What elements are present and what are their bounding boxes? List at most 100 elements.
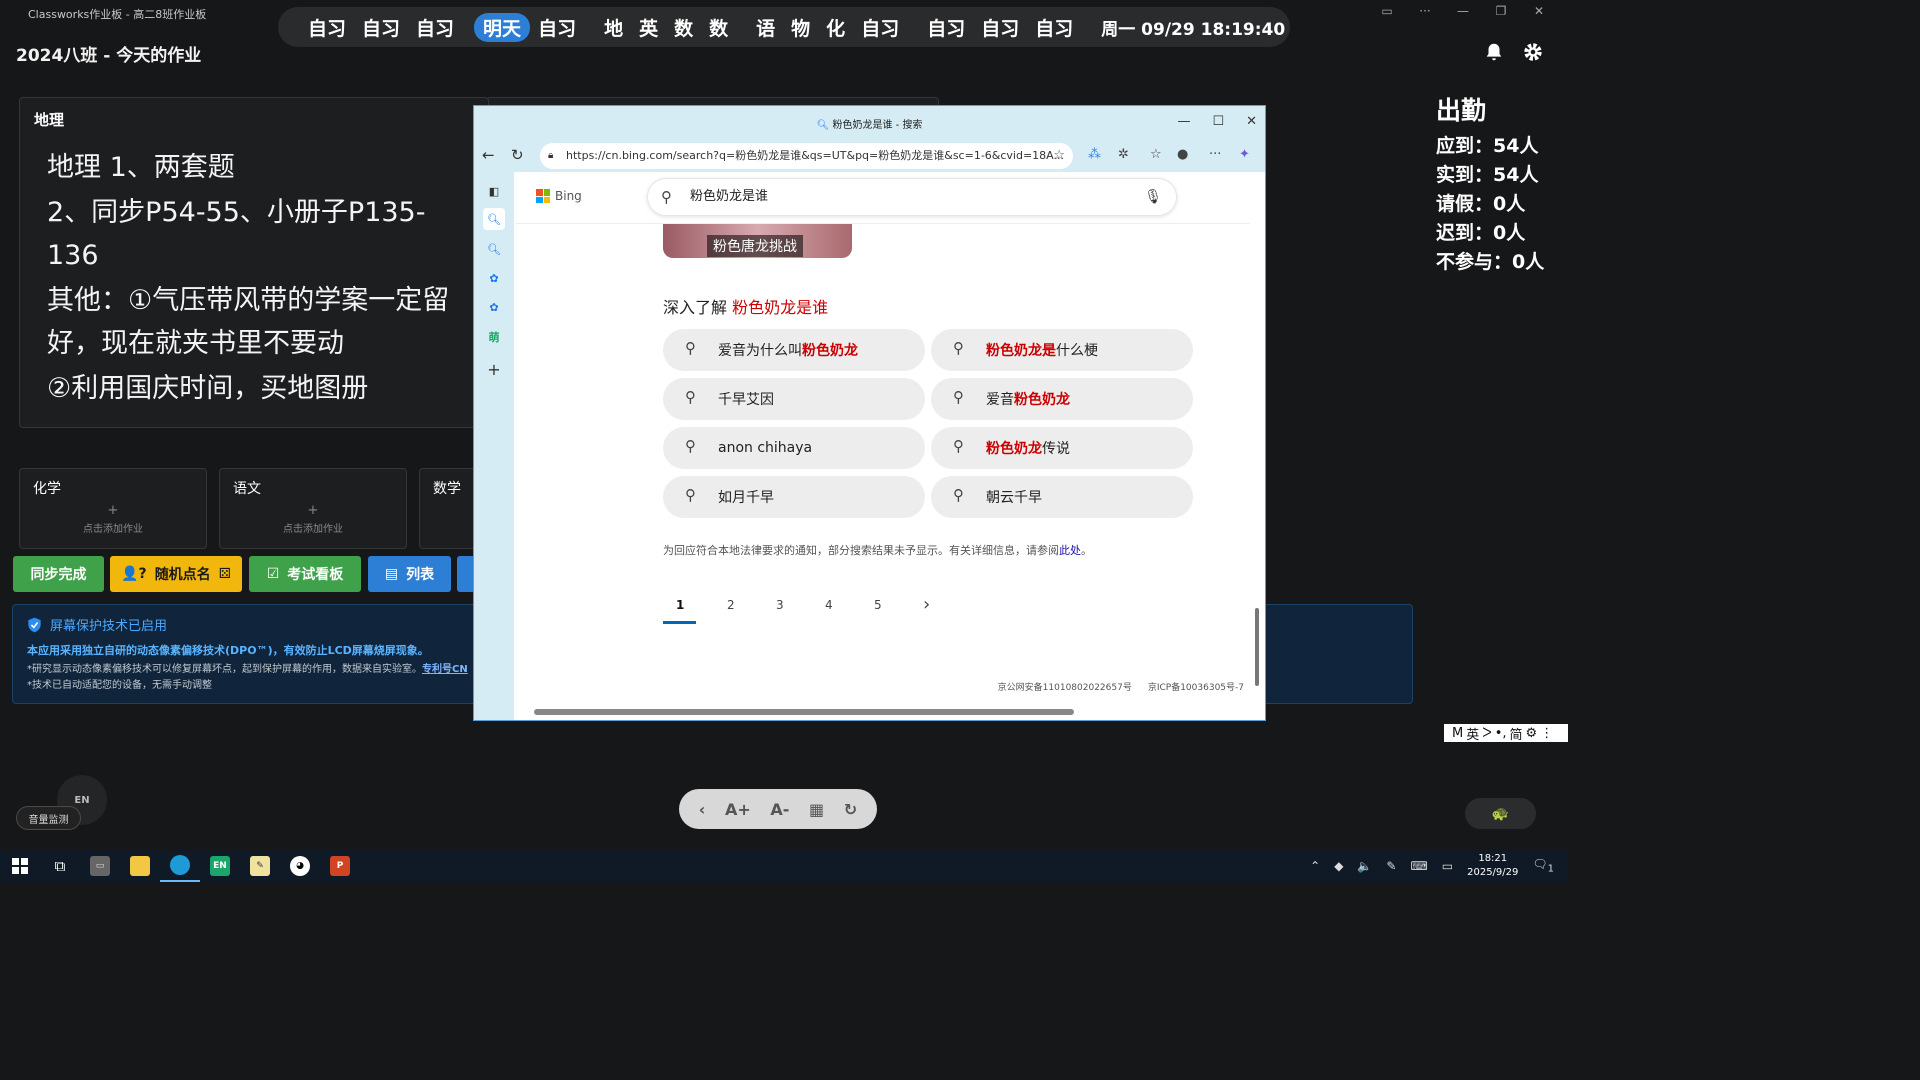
search-tab-icon[interactable]: 🔍︎ — [483, 208, 505, 230]
sync-complete-button[interactable]: 同步完成 — [13, 556, 104, 592]
search-icon: ⚲ — [685, 339, 696, 357]
video-thumbnail[interactable]: 粉色唐龙挑战 — [663, 224, 852, 258]
file-explorer-icon[interactable] — [120, 850, 160, 882]
add-tab-icon[interactable]: + — [483, 358, 505, 380]
page-link[interactable]: 3 — [761, 592, 810, 624]
related-search-pill[interactable]: ⚲ 朝云千早 — [931, 476, 1193, 518]
back-arrow-icon[interactable]: ← — [482, 146, 495, 164]
browser-maximize-button[interactable]: ☐ — [1212, 114, 1224, 129]
ime-item[interactable]: ⋮ — [1540, 726, 1553, 741]
back-icon[interactable]: ‹ — [699, 800, 706, 819]
keyboard-icon[interactable]: ⌨ — [1410, 859, 1427, 873]
ime-item[interactable]: •, — [1495, 726, 1507, 741]
search-icon: 🔍︎ — [816, 120, 833, 131]
app-icon-keyboard[interactable]: ▭ — [80, 850, 120, 882]
chevron-up-icon[interactable]: ⌃ — [1310, 859, 1320, 873]
baidu-icon[interactable]: ✿ — [483, 267, 505, 289]
homework-card-math[interactable]: 数学 — [419, 468, 479, 549]
related-search-pill[interactable]: ⚲ 爱音 粉色奶龙 — [931, 378, 1193, 420]
search-tab-icon[interactable]: 🔍︎ — [483, 238, 505, 260]
related-search-pill[interactable]: ⚲ 粉色奶龙 传说 — [931, 427, 1193, 469]
microphone-icon[interactable]: 🎙︎ — [1144, 179, 1162, 215]
vertical-scrollbar[interactable] — [1253, 180, 1261, 700]
random-call-button[interactable]: 👤? 随机点名 ⚄ — [110, 556, 242, 592]
ime-item[interactable]: ᐳ — [1482, 726, 1491, 741]
tab-actions-icon[interactable]: ◧ — [483, 180, 505, 202]
font-decrease-icon[interactable]: A- — [770, 800, 789, 819]
edge-icon[interactable] — [160, 850, 200, 882]
start-icon[interactable] — [0, 850, 40, 882]
qq-icon[interactable]: ◕ — [280, 850, 320, 882]
scroll-thumb[interactable] — [534, 709, 1074, 715]
browser-close-button[interactable]: ✕ — [1246, 114, 1257, 129]
list-button[interactable]: ▤ 列表 — [368, 556, 451, 592]
exam-board-button[interactable]: ☑ 考试看板 — [249, 556, 361, 592]
ime-item[interactable]: ⚙ — [1526, 726, 1538, 741]
ime-item[interactable]: 简 — [1510, 724, 1523, 743]
more-icon[interactable]: ··· — [1416, 4, 1434, 18]
profile-avatar[interactable]: ● — [1177, 147, 1188, 162]
copilot-icon[interactable]: ✦ — [1239, 147, 1250, 162]
app-icon-notes[interactable]: ✎ — [240, 850, 280, 882]
browser-window[interactable]: 🔍︎ 粉色奶龙是谁 - 搜索 — ☐ ✕ ← ↻ 🔒︎ https://cn.b… — [473, 105, 1266, 721]
task-view-icon[interactable]: ⧉ — [40, 850, 80, 882]
related-search-pill[interactable]: ⚲ anon chihaya — [663, 427, 925, 469]
gear-icon[interactable] — [1522, 41, 1544, 63]
display-icon[interactable]: ▭ — [1442, 859, 1453, 873]
page-link[interactable]: 5 — [859, 592, 908, 624]
bing-logo[interactable]: Bing — [536, 189, 582, 203]
volume-monitor-button[interactable]: 音量监测 — [16, 806, 81, 830]
menu-dots-icon[interactable]: ··· — [1209, 147, 1221, 162]
powerpoint-icon[interactable]: P — [320, 850, 360, 882]
restore-button[interactable]: ❐ — [1492, 4, 1510, 18]
homework-card-geography[interactable]: 地理 地理 1、两套题 2、同步P54-55、小册子P135-136 其他：①气… — [19, 97, 489, 428]
baidu-icon[interactable]: ✿ — [483, 296, 505, 318]
favorite-star-icon[interactable]: ☆ — [1053, 143, 1065, 169]
refresh-icon[interactable]: ↻ — [511, 146, 524, 164]
browser-minimize-button[interactable]: — — [1177, 114, 1190, 129]
app-tab-icon[interactable]: 萌 — [483, 326, 505, 348]
horizontal-scrollbar[interactable] — [516, 706, 1256, 716]
footer-icp[interactable]: 京ICP备10036305号-7 — [1148, 680, 1244, 693]
extension-icon[interactable]: ⁂ — [1088, 147, 1101, 162]
ime-item[interactable]: 英 — [1466, 724, 1479, 743]
ime-item[interactable]: M — [1452, 726, 1463, 741]
site-info-icon[interactable]: 🔒︎ — [548, 143, 553, 169]
page-link-current[interactable]: 1 — [663, 592, 696, 624]
notice-link[interactable]: 此处 — [1059, 544, 1081, 557]
favorites-icon[interactable]: ☆ — [1150, 147, 1162, 162]
volume-icon[interactable]: 🔈 — [1357, 859, 1372, 873]
security-icon[interactable]: ◆ — [1334, 859, 1343, 873]
homework-card-chemistry[interactable]: 化学 + 点击添加作业 — [19, 468, 207, 549]
clock[interactable]: 18:21 2025/9/29 — [1467, 852, 1518, 880]
patent-link[interactable]: 专利号CN — [422, 664, 468, 675]
minimize-button[interactable]: — — [1454, 4, 1472, 18]
related-search-pill[interactable]: ⚲ 如月千早 — [663, 476, 925, 518]
next-page-icon[interactable]: › — [908, 592, 957, 624]
ime-toolbar[interactable]: M 英 ᐳ •, 简 ⚙ ⋮ — [1444, 724, 1568, 743]
footer-license[interactable]: 京公网安备11010802022657号 — [998, 680, 1132, 693]
pet-icon[interactable]: 🐢 — [1465, 798, 1536, 829]
related-search-pill[interactable]: ⚲ 粉色奶龙是 什么梗 — [931, 329, 1193, 371]
browser-titlebar[interactable]: 🔍︎ 粉色奶龙是谁 - 搜索 — ☐ ✕ — [474, 106, 1265, 140]
browser-tab-title[interactable]: 🔍︎ 粉色奶龙是谁 - 搜索 — [474, 116, 1265, 131]
address-bar[interactable]: 🔒︎ https://cn.bing.com/search?q=粉色奶龙是谁&q… — [540, 143, 1073, 169]
related-search-pill[interactable]: ⚲ 千早艾因 — [663, 378, 925, 420]
refresh-icon[interactable]: ↻ — [844, 800, 857, 819]
page-link[interactable]: 2 — [712, 592, 761, 624]
puzzle-icon[interactable]: ✲ — [1118, 147, 1129, 162]
page-link[interactable]: 4 — [810, 592, 859, 624]
bell-icon[interactable] — [1483, 41, 1505, 63]
notification-icon[interactable]: 🗨1 — [1532, 857, 1554, 874]
scroll-thumb[interactable] — [1255, 608, 1259, 686]
card-subject: 地理 — [34, 111, 65, 129]
related-search-pill[interactable]: ⚲ 爱音为什么叫 粉色奶龙 — [663, 329, 925, 371]
pen-icon[interactable]: ✎ — [1386, 859, 1396, 873]
homework-card-chinese[interactable]: 语文 + 点击添加作业 — [219, 468, 407, 549]
font-increase-icon[interactable]: A+ — [725, 800, 751, 819]
close-button[interactable]: ✕ — [1530, 4, 1548, 18]
app-icon-en[interactable]: EN — [200, 850, 240, 882]
calendar-icon[interactable]: ▦ — [809, 800, 824, 819]
search-input[interactable]: ⚲ 粉色奶龙是谁 🎙︎ — [647, 178, 1177, 216]
snap-icon[interactable]: ▭ — [1378, 4, 1396, 18]
